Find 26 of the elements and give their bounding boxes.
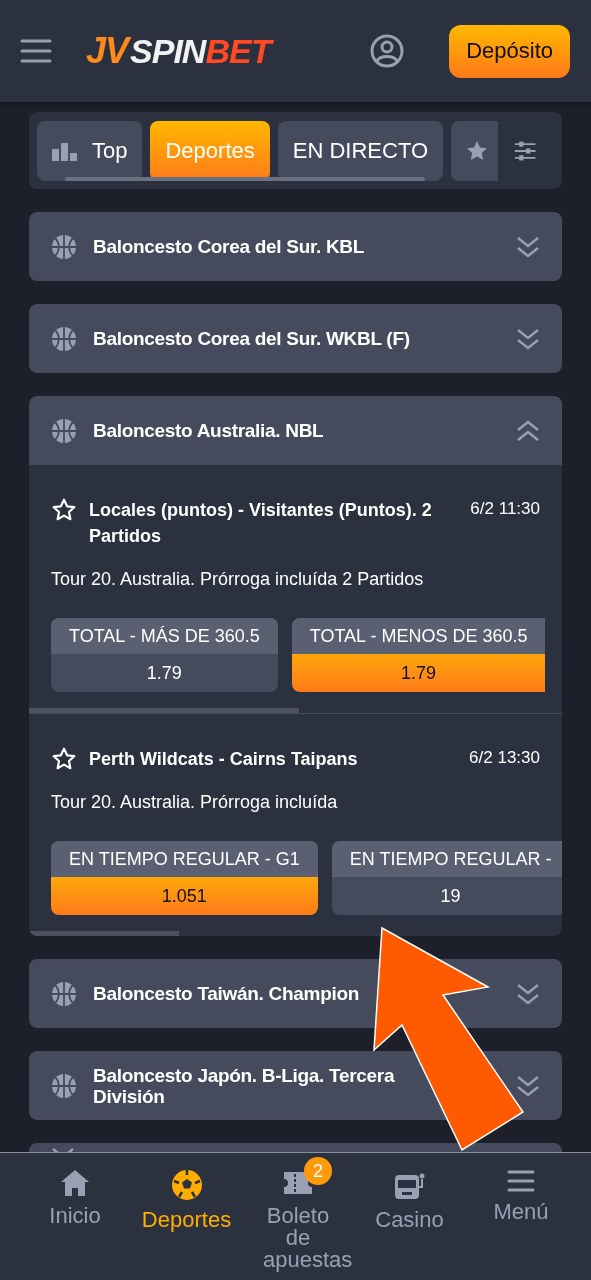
league-header[interactable]: Baloncesto Corea del Sur. KBL	[29, 212, 562, 281]
league-name: Baloncesto Japón. B-Liga. Tercera División	[93, 1064, 396, 1107]
odds-button[interactable]: TOTAL - MENOS DE 360.5 1.79	[291, 618, 546, 692]
event-title[interactable]: Perth Wildcats - Cairns Taipans	[89, 746, 458, 772]
count-badge: 2	[304, 1157, 332, 1185]
event-time: 6/2 13:30	[469, 748, 540, 768]
odds-button[interactable]: TOTAL - MÁS DE 360.5 1.79	[51, 618, 278, 692]
nav-item[interactable]: Inicio	[25, 1153, 125, 1280]
league-name: Baloncesto Taiwán. Champion	[93, 983, 361, 1004]
league-name: Baloncesto Corea del Sur. WKBL (F)	[93, 328, 411, 349]
event-time: 6/2 11:30	[470, 499, 540, 519]
tab[interactable]: Top	[37, 120, 143, 181]
tab[interactable]: EN DIRECTO	[277, 120, 444, 181]
league-header[interactable]: Baloncesto Australia. NBL	[29, 396, 562, 465]
league-name: Baloncesto Australia. NBL	[93, 420, 325, 441]
event-title[interactable]: Locales (puntos) - Visitantes (Puntos). 2 Partidos	[89, 497, 459, 549]
odds-button[interactable]: EN TIEMPO REGULAR - 19	[331, 841, 562, 915]
nav-item[interactable]: Menú	[471, 1153, 571, 1280]
nav-item[interactable]: Casino	[359, 1153, 460, 1280]
event-description: Tour 20. Australia. Prórroga incluída 2 Partidos	[50, 569, 425, 590]
deposit-button[interactable]: Depósito	[449, 24, 570, 78]
nav-item[interactable]: Deportes	[136, 1153, 237, 1280]
odds-button[interactable]: EN TIEMPO REGULAR - G1 1.051	[51, 841, 318, 915]
event-description: Tour 20. Australia. Prórroga incluída	[50, 792, 339, 813]
league-name: Baloncesto Corea del Sur. KBL	[93, 236, 366, 257]
league-header[interactable]: Baloncesto Corea del Sur. WKBL (F)	[29, 304, 562, 373]
